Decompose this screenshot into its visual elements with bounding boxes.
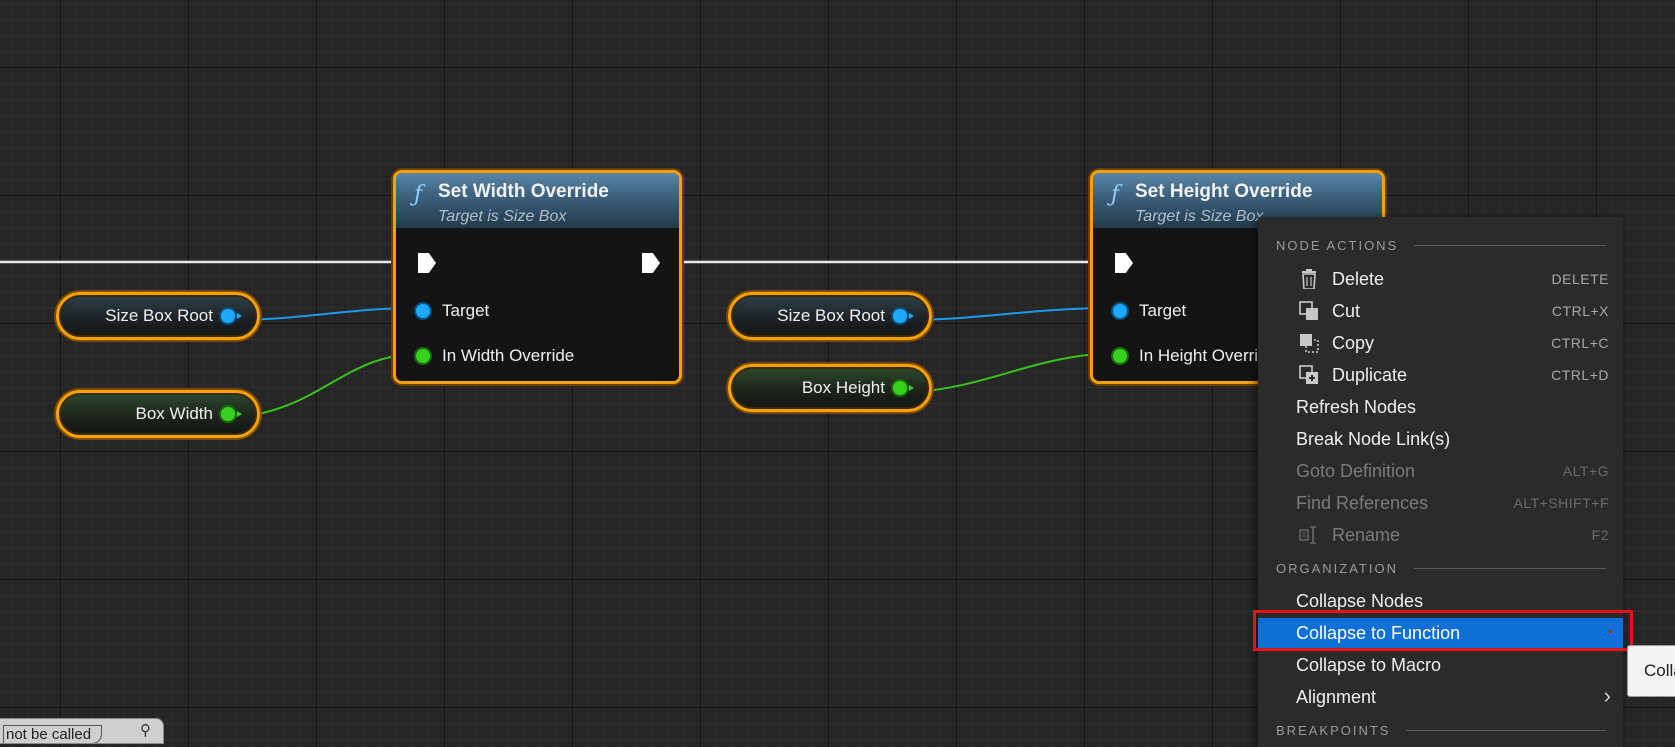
tooltip: Colla [1627, 645, 1675, 697]
menu-item-label: Collapse Nodes [1296, 590, 1424, 611]
var-node-size-box-root-2[interactable]: Size Box Root [728, 292, 932, 340]
var-node-box-width[interactable]: Box Width [56, 390, 260, 438]
float-wire-2 [904, 352, 1115, 394]
function-icon: ƒ [414, 182, 423, 207]
object-pin-icon[interactable] [416, 304, 430, 318]
pin-row-in-height-override[interactable]: In Height Override [1113, 346, 1277, 366]
menu-item-alignment[interactable]: Alignment › [1258, 682, 1623, 712]
func-node-title: Set Width Override [438, 181, 609, 202]
var-node-label: Size Box Root [777, 306, 885, 325]
func-node-title: Set Height Override [1135, 181, 1313, 202]
section-header-organization: ORGANIZATION [1276, 561, 1606, 576]
menu-item-rename[interactable]: Rename F2 [1258, 520, 1623, 550]
pin-row-target[interactable]: Target [1113, 301, 1186, 321]
menu-item-shortcut: CTRL+X [1551, 303, 1609, 319]
menu-item-shortcut: ALT+G [1562, 463, 1609, 479]
menu-item-refresh-nodes[interactable]: Refresh Nodes [1258, 392, 1623, 422]
pushpin-icon[interactable]: ⚲ [140, 721, 151, 739]
rename-icon [1298, 525, 1320, 545]
menu-item-goto-definition[interactable]: Goto Definition ALT+G [1258, 456, 1623, 486]
object-pin-icon[interactable] [221, 309, 242, 323]
duplicate-icon [1298, 365, 1320, 385]
menu-item-shortcut: DELETE [1551, 271, 1609, 287]
menu-item-shortcut: ALT+SHIFT+F [1513, 495, 1609, 511]
var-node-label: Box Width [135, 404, 213, 423]
tooltip-text: Colla [1644, 661, 1675, 680]
menu-item-label: Find References [1296, 492, 1429, 513]
menu-item-find-references[interactable]: Find References ALT+SHIFT+F [1258, 488, 1623, 518]
menu-item-label: Delete [1332, 268, 1385, 289]
menu-item-label: Duplicate [1332, 364, 1408, 385]
context-menu: NODE ACTIONS Delete DELETE Cut CTRL+X Co… [1258, 217, 1623, 747]
pin-label: Target [442, 301, 490, 320]
exec-out-pin-icon[interactable] [642, 253, 660, 273]
float-pin-icon[interactable] [221, 407, 242, 421]
object-pin-icon[interactable] [1113, 304, 1127, 318]
func-node-header: ƒ Set Width Override Target is Size Box [396, 173, 679, 228]
annotation-dot [1609, 630, 1612, 633]
menu-item-break-node-links[interactable]: Break Node Link(s) [1258, 424, 1623, 454]
menu-item-label: Alignment [1296, 686, 1377, 707]
float-wire-1 [232, 352, 418, 419]
float-pin-icon[interactable] [416, 349, 430, 363]
comment-text: not be called [3, 725, 103, 743]
func-node-subtitle: Target is Size Box [438, 208, 567, 225]
menu-item-delete[interactable]: Delete DELETE [1258, 264, 1623, 294]
menu-item-copy[interactable]: Copy CTRL+C [1258, 328, 1623, 358]
pin-label: In Width Override [442, 346, 575, 365]
object-wire-1 [232, 307, 418, 321]
trash-icon [1298, 269, 1320, 289]
menu-item-shortcut: CTRL+D [1551, 367, 1609, 383]
func-node-set-width-override[interactable]: ƒ Set Width Override Target is Size Box … [393, 170, 682, 384]
menu-item-label: Cut [1332, 300, 1361, 321]
menu-item-label: Goto Definition [1296, 460, 1416, 481]
section-header-breakpoints: BREAKPOINTS [1276, 723, 1606, 738]
menu-item-label: Rename [1332, 524, 1401, 545]
menu-item-label: Collapse to Macro [1296, 654, 1442, 675]
pin-label: Target [1139, 301, 1187, 320]
var-node-label: Size Box Root [105, 306, 213, 325]
comment-bubble[interactable]: not be called ⚲ [0, 718, 164, 744]
menu-item-label: Copy [1332, 332, 1375, 353]
menu-item-collapse-to-macro[interactable]: Collapse to Macro [1258, 650, 1623, 680]
menu-item-shortcut: CTRL+C [1551, 335, 1609, 351]
exec-in-pin-icon[interactable] [418, 253, 436, 273]
menu-item-label: Break Node Link(s) [1296, 428, 1451, 449]
menu-item-shortcut: F2 [1591, 527, 1609, 543]
float-pin-icon[interactable] [1113, 349, 1127, 363]
chevron-right-icon: › [1603, 683, 1611, 708]
section-header-node-actions: NODE ACTIONS [1276, 238, 1606, 253]
pin-row-in-width-override[interactable]: In Width Override [416, 346, 574, 366]
var-node-box-height[interactable]: Box Height [728, 364, 932, 412]
exec-in-pin-icon[interactable] [1115, 253, 1133, 273]
copy-icon [1298, 333, 1320, 353]
pin-label: In Height Override [1139, 346, 1277, 365]
object-pin-icon[interactable] [893, 309, 914, 323]
float-pin-icon[interactable] [893, 381, 914, 395]
object-wire-2 [904, 307, 1115, 321]
function-icon: ƒ [1111, 182, 1120, 207]
annotation-highlight-box [1253, 610, 1633, 651]
pin-row-target[interactable]: Target [416, 301, 489, 321]
var-node-size-box-root-1[interactable]: Size Box Root [56, 292, 260, 340]
menu-item-duplicate[interactable]: Duplicate CTRL+D [1258, 360, 1623, 390]
menu-item-label: Refresh Nodes [1296, 396, 1417, 417]
menu-item-cut[interactable]: Cut CTRL+X [1258, 296, 1623, 326]
var-node-label: Box Height [801, 378, 885, 397]
cut-icon [1298, 301, 1320, 321]
